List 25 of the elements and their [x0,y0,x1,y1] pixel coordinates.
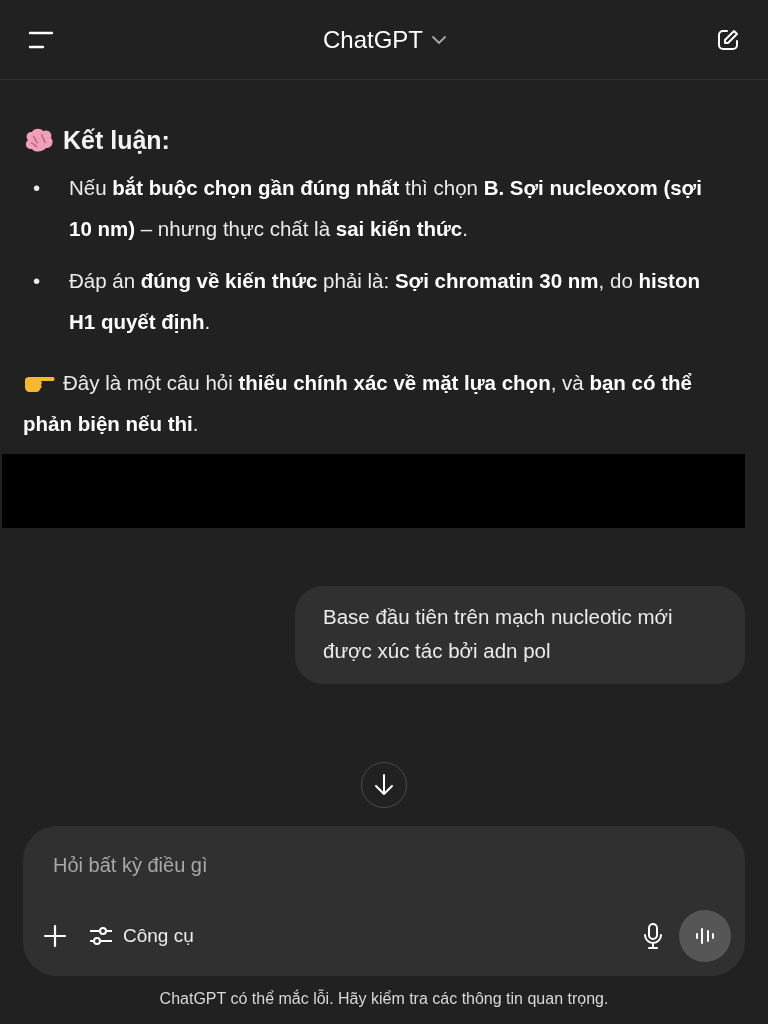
bullet-text: Đáp án đúng về kiến thức phải là: Sợi chromatin 30 nm, do histon H1 quyết định. [69,268,701,335]
voice-mode-button[interactable] [679,910,731,962]
bullet-marker: • [33,175,42,201]
user-message-bubble: Base đầu tiên trên mạch nucleotic mới được xúc tác bởi adn pol [295,586,745,684]
answer-paragraph: Đây là một câu hỏi thiếu chính xác về mặt lựa chọn, và bạn có thể phản biện nếu thi. [23,370,693,437]
model-selector[interactable]: ChatGPT [323,25,447,54]
sliders-icon [89,925,113,947]
new-chat-button[interactable] [716,27,740,52]
message-input[interactable]: Hỏi bất kỳ điều gì [37,850,729,881]
disclaimer-text: ChatGPT có thể mắc lỗi. Hãy kiểm tra các thông tin quan trọng. [159,988,609,1009]
bullet-marker: • [33,268,42,294]
chevron-down-icon [431,34,447,45]
bullet-text: Nếu bắt buộc chọn gần đúng nhất thì chọn B. Sợi nucleoxom (sợi 10 nm) – nhưng thực chất là sai kiến thức. [69,175,703,242]
tools-button[interactable]: Công cụ [83,919,200,953]
compose-icon [716,27,740,52]
pointing-hand-icon [23,374,55,394]
brain-icon [23,127,55,154]
menu-icon [28,30,54,49]
menu-button[interactable] [28,30,54,49]
microphone-icon [643,923,663,949]
arrow-down-icon [373,773,395,797]
section-heading: Kết luận: [63,126,170,155]
plus-icon [43,924,67,948]
waveform-icon [694,927,716,945]
scroll-down-button[interactable] [361,762,407,808]
